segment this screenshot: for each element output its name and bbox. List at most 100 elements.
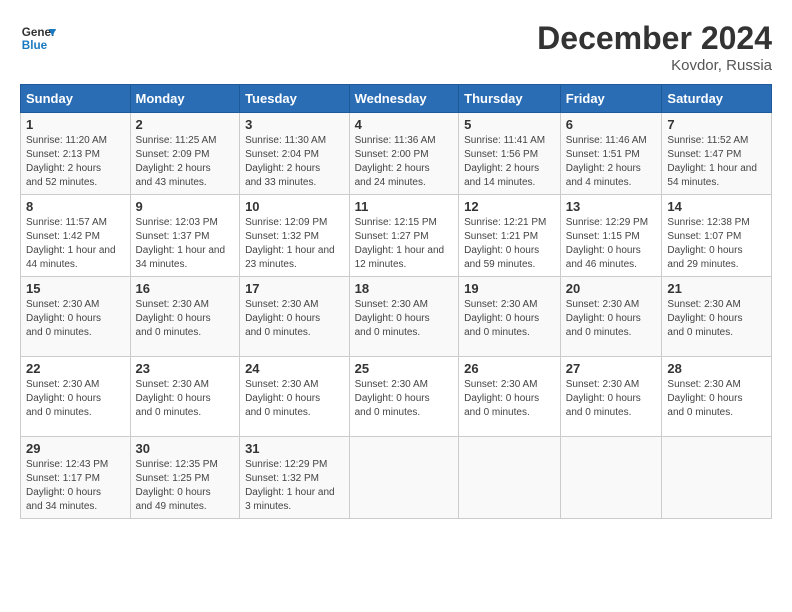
header-sunday: Sunday [21, 85, 131, 113]
calendar-week-2: 8 Sunrise: 11:57 AM Sunset: 1:42 PM Dayli… [21, 195, 772, 277]
day-info: Sunset: 2:30 AM Daylight: 0 hours and 0 … [464, 298, 555, 340]
day-number: 15 [26, 281, 125, 296]
calendar-cell: 11 Sunrise: 12:15 PM Sunset: 1:27 PM Dayl… [349, 195, 459, 277]
header: General Blue December 2024 Kovdor, Russi… [20, 20, 772, 74]
header-monday: Monday [130, 85, 240, 113]
day-info: Sunset: 2:30 AM Daylight: 0 hours and 0 … [136, 378, 235, 420]
calendar-cell: 14Sunrise: 12:38 PM Sunset: 1:07 PM Dayl… [662, 195, 772, 277]
calendar-week-3: 15 Sunset: 2:30 AM Daylight: 0 hours and … [21, 277, 772, 357]
day-info: Sunrise: 12:43 PM Sunset: 1:17 PM Daylig… [26, 458, 125, 514]
day-info: Sunset: 2:30 AM Daylight: 0 hours and 0 … [566, 378, 657, 420]
day-info: Sunset: 2:30 AM Daylight: 0 hours and 0 … [667, 378, 766, 420]
day-number: 21 [667, 281, 766, 296]
day-info: Sunset: 2:30 AM Daylight: 0 hours and 0 … [355, 298, 454, 340]
logo-icon: General Blue [20, 20, 56, 56]
logo: General Blue [20, 20, 56, 56]
calendar-cell: 15 Sunset: 2:30 AM Daylight: 0 hours and … [21, 277, 131, 357]
calendar-cell: 6 Sunrise: 11:46 AM Sunset: 1:51 PM Dayli… [560, 113, 662, 195]
day-number: 16 [136, 281, 235, 296]
calendar-cell: 30Sunrise: 12:35 PM Sunset: 1:25 PM Dayl… [130, 437, 240, 519]
day-info: Sunrise: 12:03 PM Sunset: 1:37 PM Daylig… [136, 216, 235, 272]
day-number: 1 [26, 117, 125, 132]
day-number: 17 [245, 281, 344, 296]
day-info: Sunrise: 11:46 AM Sunset: 1:51 PM Daylig… [566, 134, 657, 190]
day-info: Sunrise: 11:20 AM Sunset: 2:13 PM Daylig… [26, 134, 125, 190]
calendar-cell: 24 Sunset: 2:30 AM Daylight: 0 hours and … [240, 357, 350, 437]
day-number: 18 [355, 281, 454, 296]
day-info: Sunrise: 12:21 PM Sunset: 1:21 PM Daylig… [464, 216, 555, 272]
svg-text:Blue: Blue [22, 39, 48, 52]
day-info: Sunset: 2:30 AM Daylight: 0 hours and 0 … [136, 298, 235, 340]
day-number: 22 [26, 361, 125, 376]
header-tuesday: Tuesday [240, 85, 350, 113]
calendar-cell: 12 Sunrise: 12:21 PM Sunset: 1:21 PM Dayl… [459, 195, 561, 277]
calendar-cell: 21 Sunset: 2:30 AM Daylight: 0 hours and … [662, 277, 772, 357]
calendar-cell: 16 Sunset: 2:30 AM Daylight: 0 hours and … [130, 277, 240, 357]
calendar-cell: 19 Sunset: 2:30 AM Daylight: 0 hours and … [459, 277, 561, 357]
day-number: 25 [355, 361, 454, 376]
day-number: 8 [26, 199, 125, 214]
day-info: Sunset: 2:30 AM Daylight: 0 hours and 0 … [667, 298, 766, 340]
calendar-cell: 18 Sunset: 2:30 AM Daylight: 0 hours and … [349, 277, 459, 357]
header-saturday: Saturday [662, 85, 772, 113]
calendar-cell: 7 Sunrise: 11:52 AM Sunset: 1:47 PM Dayli… [662, 113, 772, 195]
day-info: Sunrise: 12:15 PM Sunset: 1:27 PM Daylig… [355, 216, 454, 272]
day-number: 12 [464, 199, 555, 214]
day-number: 29 [26, 441, 125, 456]
subtitle: Kovdor, Russia [537, 57, 772, 74]
calendar-week-5: 29 Sunrise: 12:43 PM Sunset: 1:17 PM Dayl… [21, 437, 772, 519]
calendar-cell: 13 Sunrise: 12:29 PM Sunset: 1:15 PM Dayl… [560, 195, 662, 277]
day-number: 24 [245, 361, 344, 376]
calendar-cell: 17 Sunset: 2:30 AM Daylight: 0 hours and … [240, 277, 350, 357]
calendar-cell: 2 Sunrise: 11:25 AM Sunset: 2:09 PM Dayli… [130, 113, 240, 195]
day-info: Sunrise: 11:25 AM Sunset: 2:09 PM Daylig… [136, 134, 235, 190]
header-wednesday: Wednesday [349, 85, 459, 113]
day-number: 28 [667, 361, 766, 376]
day-number: 31 [245, 441, 344, 456]
calendar-cell: 23Sunset: 2:30 AM Daylight: 0 hours and … [130, 357, 240, 437]
day-number: 10 [245, 199, 344, 214]
day-number: 7 [667, 117, 766, 132]
day-info: Sunset: 2:30 AM Daylight: 0 hours and 0 … [245, 378, 344, 420]
day-info: Sunrise: 11:41 AM Sunset: 1:56 PM Daylig… [464, 134, 555, 190]
day-number: 6 [566, 117, 657, 132]
day-number: 14 [667, 199, 766, 214]
calendar-cell: 10 Sunrise: 12:09 PM Sunset: 1:32 PM Dayl… [240, 195, 350, 277]
header-thursday: Thursday [459, 85, 561, 113]
day-number: 5 [464, 117, 555, 132]
day-info: Sunrise: 12:35 PM Sunset: 1:25 PM Daylig… [136, 458, 235, 514]
calendar-cell: 4Sunrise: 11:36 AM Sunset: 2:00 PM Dayli… [349, 113, 459, 195]
day-info: Sunrise: 12:09 PM Sunset: 1:32 PM Daylig… [245, 216, 344, 272]
calendar-cell: 8 Sunrise: 11:57 AM Sunset: 1:42 PM Dayli… [21, 195, 131, 277]
calendar-cell: 29 Sunrise: 12:43 PM Sunset: 1:17 PM Dayl… [21, 437, 131, 519]
day-info: Sunrise: 11:36 AM Sunset: 2:00 PM Daylig… [355, 134, 454, 190]
day-info: Sunset: 2:30 AM Daylight: 0 hours and 0 … [26, 298, 125, 340]
day-number: 11 [355, 199, 454, 214]
day-info: Sunrise: 11:30 AM Sunset: 2:04 PM Daylig… [245, 134, 344, 190]
day-info: Sunset: 2:30 AM Daylight: 0 hours and 0 … [464, 378, 555, 420]
day-number: 2 [136, 117, 235, 132]
day-number: 20 [566, 281, 657, 296]
calendar-cell: 5 Sunrise: 11:41 AM Sunset: 1:56 PM Dayli… [459, 113, 561, 195]
day-info: Sunset: 2:30 AM Daylight: 0 hours and 0 … [355, 378, 454, 420]
calendar-cell [459, 437, 561, 519]
day-number: 26 [464, 361, 555, 376]
day-number: 3 [245, 117, 344, 132]
calendar-cell: 20 Sunset: 2:30 AM Daylight: 0 hours and … [560, 277, 662, 357]
calendar-cell [349, 437, 459, 519]
day-info: Sunset: 2:30 AM Daylight: 0 hours and 0 … [566, 298, 657, 340]
day-number: 19 [464, 281, 555, 296]
calendar-cell: 26 Sunset: 2:30 AM Daylight: 0 hours and … [459, 357, 561, 437]
calendar-cell [662, 437, 772, 519]
day-info: Sunset: 2:30 AM Daylight: 0 hours and 0 … [26, 378, 125, 420]
day-info: Sunrise: 12:29 PM Sunset: 1:15 PM Daylig… [566, 216, 657, 272]
calendar-cell: 31 Sunrise: 12:29 PM Sunset: 1:32 PM Dayl… [240, 437, 350, 519]
day-info: Sunrise: 11:57 AM Sunset: 1:42 PM Daylig… [26, 216, 125, 272]
calendar-week-4: 22 Sunset: 2:30 AM Daylight: 0 hours and … [21, 357, 772, 437]
day-number: 13 [566, 199, 657, 214]
day-info: Sunrise: 11:52 AM Sunset: 1:47 PM Daylig… [667, 134, 766, 190]
day-number: 9 [136, 199, 235, 214]
main-title: December 2024 [537, 20, 772, 57]
day-info: Sunset: 2:30 AM Daylight: 0 hours and 0 … [245, 298, 344, 340]
day-info: Sunrise: 12:29 PM Sunset: 1:32 PM Daylig… [245, 458, 344, 514]
